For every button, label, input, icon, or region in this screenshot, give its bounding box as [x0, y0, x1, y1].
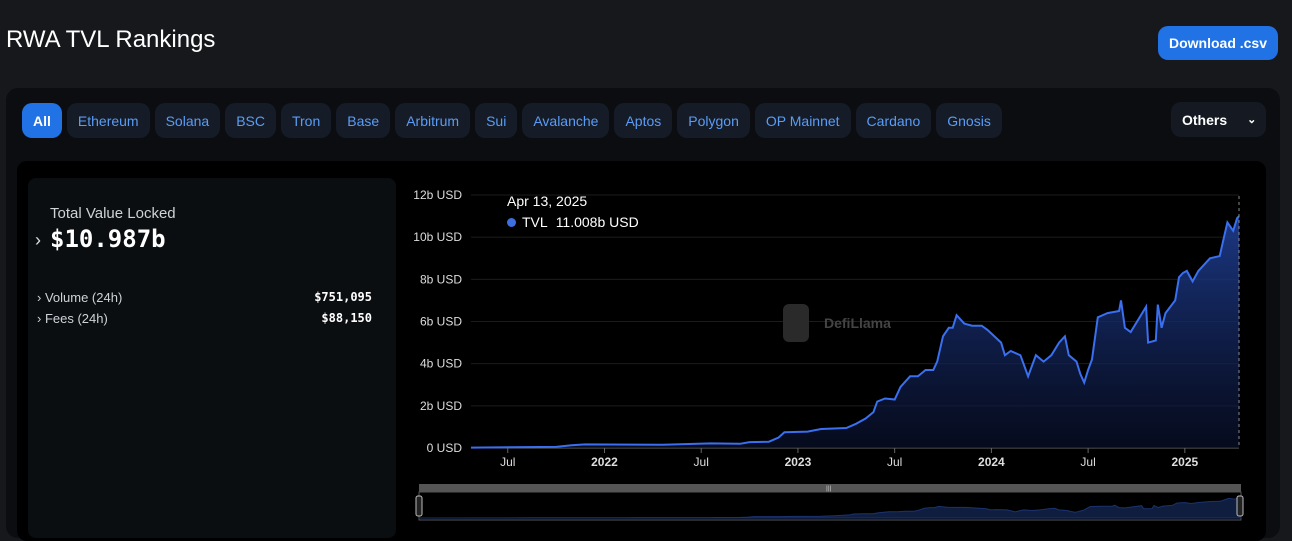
y-tick-label: 4b USD	[420, 357, 462, 371]
y-tick-label: 12b USD	[413, 188, 462, 202]
tooltip-amount: 11.008b USD	[555, 214, 639, 230]
y-tick-label: 10b USD	[413, 230, 462, 244]
watermark: DefiLlama	[783, 304, 891, 342]
y-tick-label: 0 USD	[427, 441, 463, 455]
range-slider[interactable]: |||	[415, 484, 1244, 521]
tvl-area	[471, 216, 1239, 448]
x-tick-label: 2023	[785, 455, 812, 469]
y-tick-label: 2b USD	[420, 399, 462, 413]
x-tick-label: Jul	[887, 455, 902, 469]
x-tick-label: Jul	[1080, 455, 1095, 469]
range-handle-left[interactable]	[415, 495, 423, 517]
tvl-chart[interactable]: 0 USD 2b USD 4b USD 6b USD 8b USD 10b USD 12b …	[0, 0, 1292, 531]
x-tick-label: 2024	[978, 455, 1005, 469]
range-handle-right[interactable]	[1236, 495, 1244, 517]
x-tick-label: 2025	[1171, 455, 1198, 469]
x-tick-label: Jul	[694, 455, 709, 469]
tooltip-series: TVL	[522, 214, 548, 230]
tooltip-value: TVL 11.008b USD	[507, 214, 639, 230]
tooltip-date: Apr 13, 2025	[507, 193, 588, 209]
watermark-text: DefiLlama	[824, 315, 891, 331]
y-tick-label: 8b USD	[420, 272, 462, 286]
series-dot-icon	[507, 217, 516, 227]
x-tick-label: Jul	[500, 455, 515, 469]
y-tick-label: 6b USD	[420, 315, 462, 329]
x-tick-label: 2022	[591, 455, 618, 469]
